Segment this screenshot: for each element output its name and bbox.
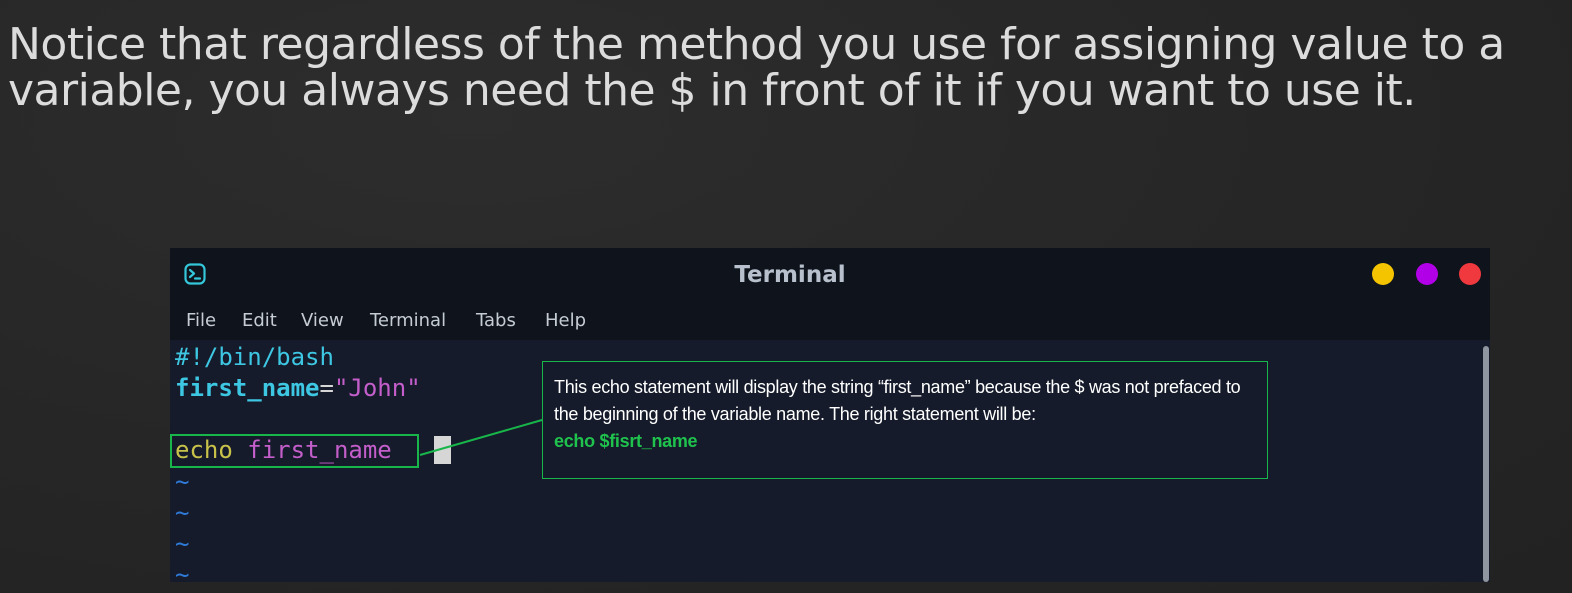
- window-titlebar[interactable]: Terminal: [170, 248, 1490, 300]
- slide-title: Notice that regardless of the method you…: [8, 22, 1548, 114]
- assignment-variable: first_name: [175, 374, 320, 402]
- maximize-button[interactable]: [1416, 263, 1438, 285]
- menu-item-tabs[interactable]: Tabs: [476, 310, 516, 332]
- annotation-callout: This echo statement will display the str…: [542, 361, 1268, 479]
- menu-item-file[interactable]: File: [186, 310, 216, 332]
- close-button[interactable]: [1459, 263, 1481, 285]
- text-cursor: [434, 436, 451, 464]
- menu-item-edit[interactable]: Edit: [242, 310, 277, 332]
- menu-item-view[interactable]: View: [301, 310, 344, 332]
- menu-bar: File Edit View Terminal Tabs Help: [170, 300, 1490, 340]
- callout-correct-code: echo $fisrt_name: [554, 431, 698, 451]
- empty-line-marker: ~: [175, 561, 190, 582]
- empty-line-marker: ~: [175, 530, 190, 558]
- scrollbar-thumb[interactable]: [1483, 346, 1489, 582]
- menu-item-terminal[interactable]: Terminal: [370, 310, 446, 332]
- slide-title-line-1: Notice that regardless of the method you…: [8, 19, 1505, 70]
- menu-item-help[interactable]: Help: [545, 310, 586, 332]
- minimize-button[interactable]: [1372, 263, 1394, 285]
- code-line-assignment: first_name="John": [175, 373, 421, 403]
- empty-line-marker: ~: [175, 499, 190, 527]
- assignment-value: "John": [333, 374, 421, 402]
- window-title: Terminal: [734, 262, 846, 288]
- empty-line-marker: ~: [175, 468, 190, 496]
- assignment-operator: =: [319, 374, 334, 402]
- callout-text: This echo statement will display the str…: [554, 377, 1241, 424]
- code-line-shebang: #!/bin/bash: [175, 342, 334, 372]
- echo-highlight-box: [170, 434, 419, 468]
- shebang-text: #!/bin/bash: [175, 343, 334, 371]
- slide-title-line-2: variable, you always need the $ in front…: [8, 65, 1416, 116]
